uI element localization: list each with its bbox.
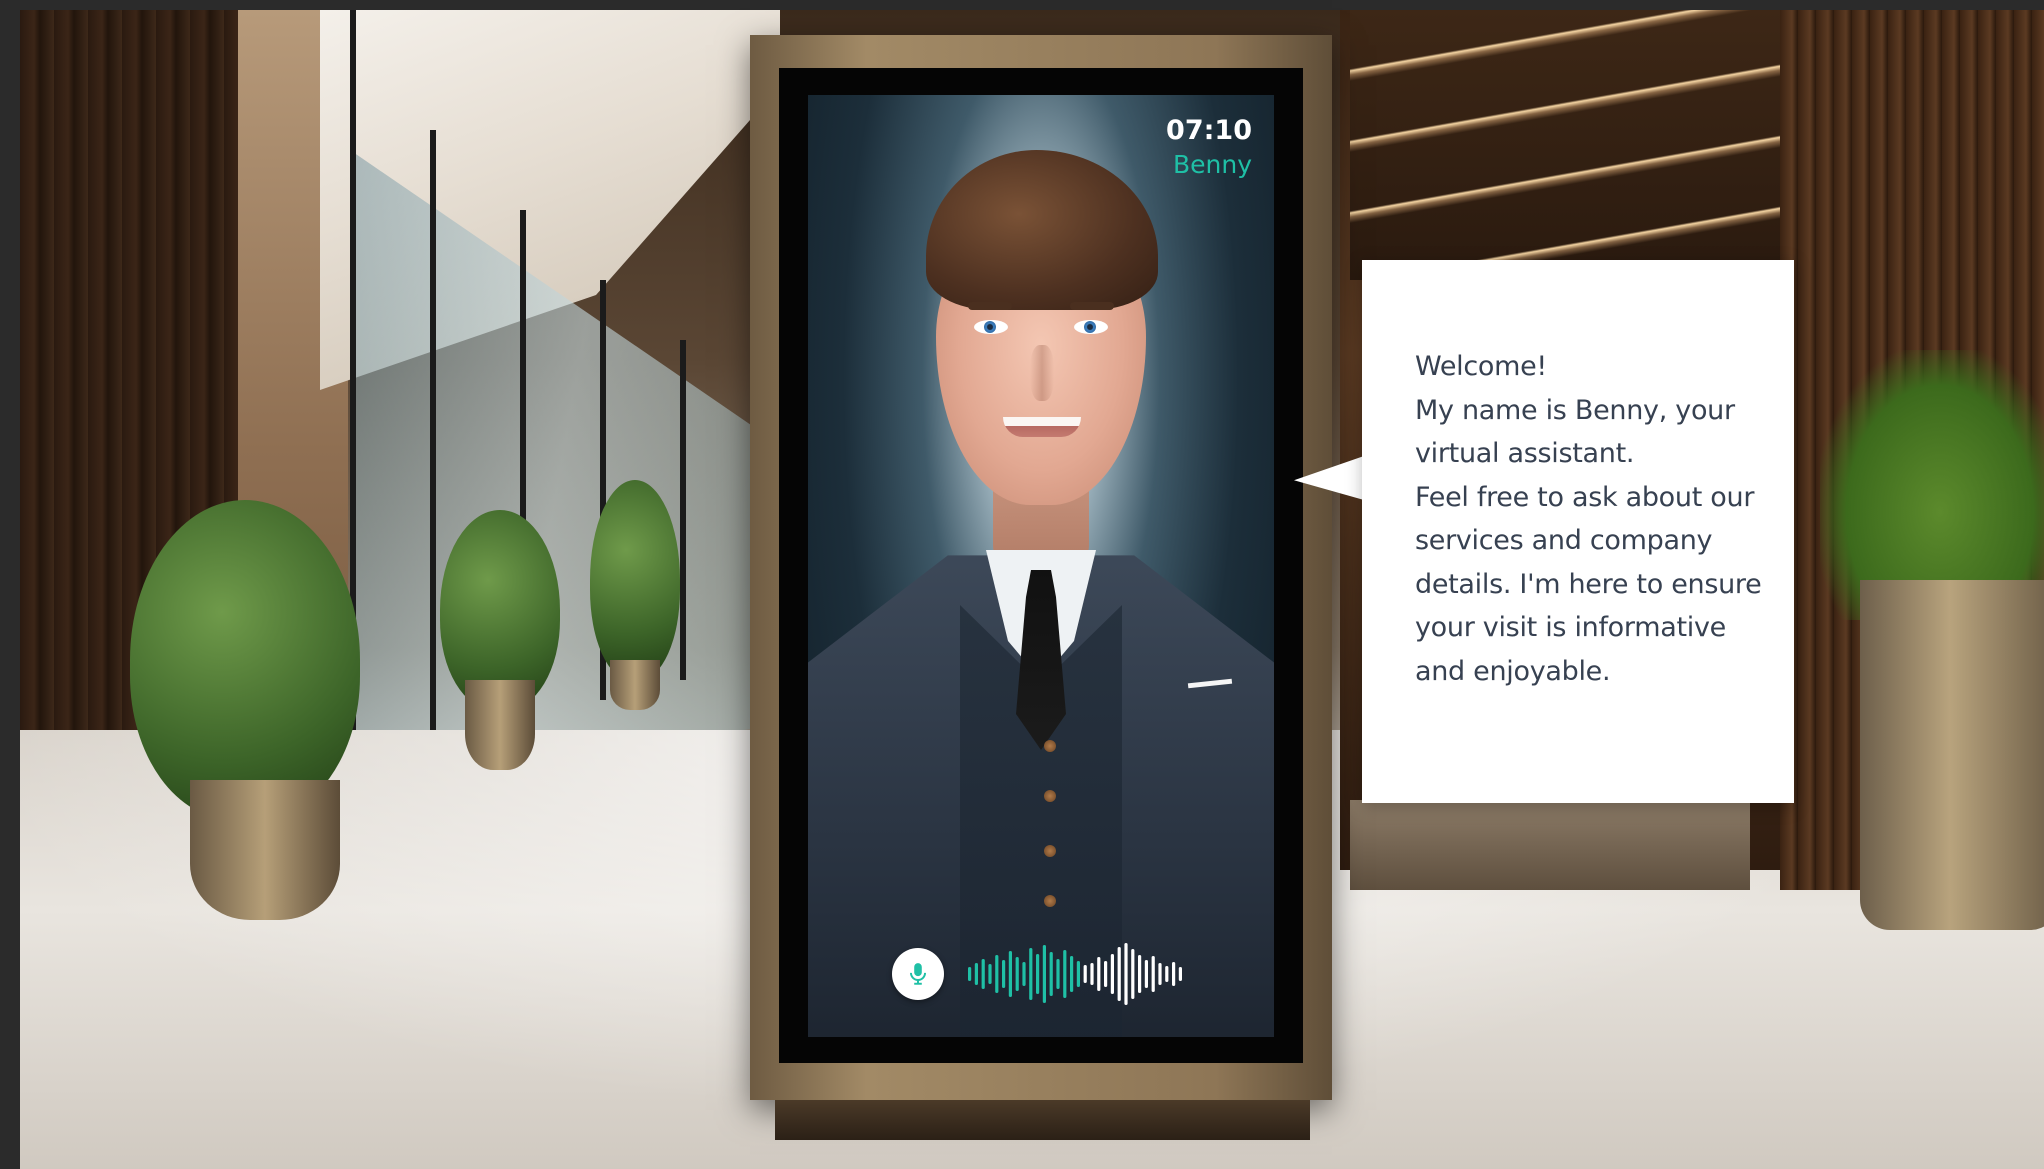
waveform-bar (1063, 950, 1067, 998)
left-plant-pot (190, 780, 340, 920)
welcome-message: Welcome! My name is Benny, your virtual … (1415, 345, 1765, 693)
waveform-bar (1138, 955, 1142, 993)
scene: 07:10 Benny Welcome! My name is Benny, y… (0, 0, 2044, 1169)
message-line: services and company (1415, 525, 1713, 556)
vest-button (1044, 845, 1056, 857)
waveform-bar (1036, 954, 1040, 994)
waveform-bar (1172, 962, 1176, 986)
message-line: Welcome! (1415, 351, 1547, 382)
message-line: Feel free to ask about our (1415, 481, 1755, 513)
waveform-bar (981, 959, 985, 989)
waveform-bar (1008, 951, 1012, 997)
waveform-bar (988, 964, 992, 984)
right-plant-pot (1860, 580, 2044, 930)
waveform-bar (1151, 956, 1155, 992)
waveform-bar (974, 963, 978, 985)
waveform-bar (1178, 967, 1182, 981)
hall-plant (590, 480, 680, 680)
message-line: details. I'm here to ensure (1415, 568, 1762, 600)
assistant-name: Benny (1172, 150, 1252, 179)
waveform-bar (995, 955, 999, 993)
waveform-bar (1029, 948, 1033, 1000)
waveform-bar (1144, 960, 1148, 988)
avatar-brow (968, 302, 1012, 310)
waveform-bar (1090, 963, 1094, 985)
hall-plant-pot (465, 680, 535, 770)
speech-bubble: Welcome! My name is Benny, your virtual … (1362, 260, 1794, 803)
waveform-bar (1022, 962, 1026, 986)
vest-button (1044, 740, 1056, 752)
waveform-bar (1049, 952, 1053, 996)
waveform-bar (1083, 965, 1087, 983)
message-line: My name is Benny, your (1415, 394, 1735, 426)
message-line: and enjoyable. (1415, 655, 1611, 687)
waveform-bar (1158, 963, 1162, 985)
hall-plant-pot (610, 660, 660, 710)
time-readout: 07:10 (1166, 115, 1252, 146)
waveform-bar (1165, 966, 1169, 982)
waveform-bar (968, 967, 972, 981)
waveform-bar (1097, 957, 1101, 991)
audio-waveform-icon (968, 943, 1182, 1005)
waveform-bar (1104, 961, 1108, 987)
waveform-bar (1002, 960, 1006, 988)
avatar-eye (974, 320, 1008, 334)
waveform-bar (1124, 943, 1128, 1005)
waveform-bar (1117, 947, 1121, 1001)
waveform-bar (1070, 956, 1074, 992)
glass-mullion (680, 340, 686, 680)
waveform-bar (1131, 949, 1135, 999)
waveform-bar (1042, 945, 1046, 1003)
reception-counter (1350, 800, 1750, 890)
vest-button (1044, 895, 1056, 907)
avatar-eye (1074, 320, 1108, 334)
waveform-bar (1076, 961, 1080, 987)
kiosk-screen (808, 95, 1274, 1037)
message-line: your visit is informative (1415, 612, 1726, 643)
waveform-bar (1110, 954, 1114, 994)
avatar-brow (1070, 302, 1114, 310)
microphone-icon (909, 963, 927, 985)
avatar-nose (1030, 345, 1054, 401)
avatar-mouth (1003, 417, 1081, 437)
microphone-button[interactable] (892, 948, 944, 1000)
left-plant (130, 500, 360, 820)
waveform-bar (1056, 959, 1060, 989)
lit-shelves (1350, 10, 1790, 280)
vest-button (1044, 790, 1056, 802)
message-line: virtual assistant. (1415, 438, 1635, 469)
kiosk-base (775, 1100, 1310, 1140)
waveform-bar (1015, 957, 1019, 991)
assistant-avatar (808, 95, 1274, 1037)
glass-mullion (430, 130, 436, 750)
